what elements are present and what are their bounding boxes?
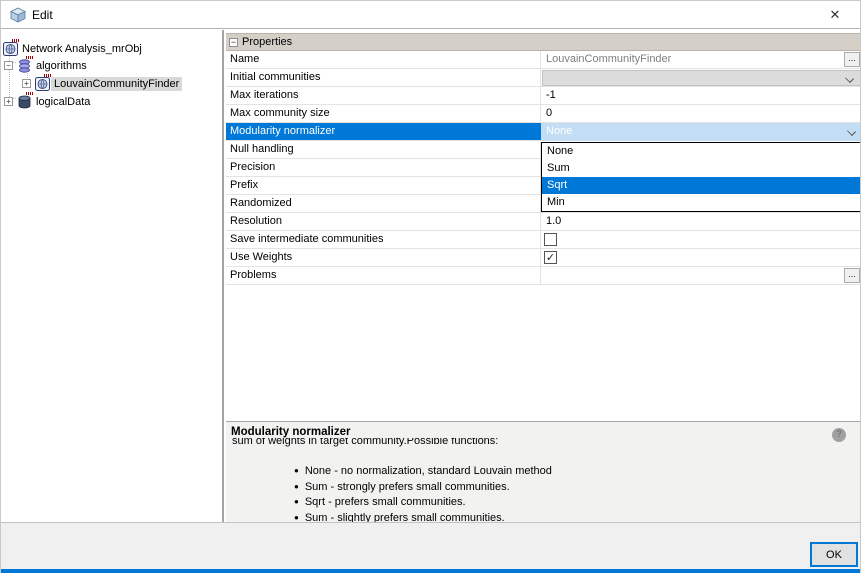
modularity-normalizer-combobox[interactable]: None <box>541 123 861 141</box>
help-title: Modularity normalizer <box>231 426 351 438</box>
help-panel: Modularity normalizer sum of weights in … <box>226 421 861 522</box>
collapse-section-icon[interactable]: − <box>229 38 238 47</box>
combobox-value: None <box>546 125 572 137</box>
cube-icon <box>10 7 26 23</box>
property-label: Prefix <box>226 177 541 194</box>
mr-marker-icon <box>26 92 35 96</box>
tree-item-label: algorithms <box>33 59 90 73</box>
dialog-footer: OK <box>1 522 860 570</box>
expand-expander-icon[interactable]: + <box>4 97 13 106</box>
property-label: Resolution <box>226 213 541 230</box>
property-row-modularity-normalizer[interactable]: Modularity normalizer None <box>226 123 861 141</box>
properties-header-label: Properties <box>242 36 292 48</box>
ok-button[interactable]: OK <box>810 542 858 567</box>
property-label: Save intermediate communities <box>226 231 541 248</box>
property-label: Initial communities <box>226 69 541 86</box>
checkbox-checked[interactable]: ✓ <box>544 251 557 264</box>
database-icon <box>17 95 32 109</box>
property-value[interactable]: 1.0 <box>541 213 861 230</box>
property-row-problems[interactable]: Problems ... <box>226 267 861 285</box>
help-intro-text: sum of weights in target community.Possi… <box>232 438 792 449</box>
dropdown-option-none[interactable]: None <box>542 143 860 160</box>
dropdown-option-min[interactable]: Min <box>542 194 860 211</box>
window-bottom-border <box>1 569 860 573</box>
property-row-use-weights[interactable]: Use Weights ✓ <box>226 249 861 267</box>
property-label: Modularity normalizer <box>226 123 541 140</box>
property-row-resolution[interactable]: Resolution 1.0 <box>226 213 861 231</box>
model-node-icon <box>3 42 18 56</box>
initial-communities-combobox[interactable] <box>542 70 861 86</box>
property-row-max-iterations[interactable]: Max iterations -1 <box>226 87 861 105</box>
tree-item-algorithms[interactable]: − algorithms <box>4 57 90 74</box>
chevron-down-icon <box>845 74 854 83</box>
collapse-expander-icon[interactable]: − <box>4 61 13 70</box>
title-bar: Edit ✕ <box>1 1 860 29</box>
tree-item-label: Network Analysis_mrObj <box>19 42 145 56</box>
expand-expander-icon[interactable]: + <box>22 79 31 88</box>
help-bullet-list: None - no normalization, standard Louvai… <box>294 465 552 522</box>
help-bullet: Sum - slightly prefers small communities… <box>294 512 552 523</box>
properties-grid: − Properties Name LouvainCommunityFinder… <box>226 30 861 422</box>
modularity-normalizer-dropdown-list: None Sum Sqrt Min <box>541 142 861 212</box>
algorithms-stack-icon <box>17 59 32 73</box>
help-bullet: None - no normalization, standard Louvai… <box>294 465 552 477</box>
property-row-max-community-size[interactable]: Max community size 0 <box>226 105 861 123</box>
property-row-save-intermediate-communities[interactable]: Save intermediate communities <box>226 231 861 249</box>
object-tree: Network Analysis_mrObj − algorithms + Lo… <box>1 30 224 522</box>
properties-header[interactable]: − Properties <box>226 33 861 51</box>
property-label: Max iterations <box>226 87 541 104</box>
property-label: Problems <box>226 267 541 284</box>
property-value[interactable]: 0 <box>541 105 861 122</box>
help-bullet: Sum - strongly prefers small communities… <box>294 481 552 493</box>
dropdown-option-sum[interactable]: Sum <box>542 160 860 177</box>
property-value[interactable]: -1 <box>541 87 861 104</box>
ellipsis-button[interactable]: ... <box>844 52 860 67</box>
property-label: Randomized <box>226 195 541 212</box>
property-label: Precision <box>226 159 541 176</box>
mr-marker-icon <box>12 39 21 43</box>
close-icon[interactable]: ✕ <box>826 6 844 24</box>
tree-item-label-selected: LouvainCommunityFinder <box>51 77 182 91</box>
model-node-icon <box>35 77 50 91</box>
tree-item-label: logicalData <box>33 95 93 109</box>
dropdown-option-sqrt[interactable]: Sqrt <box>542 177 860 194</box>
edit-dialog: Edit ✕ Network Analysis_mrObj − algorith… <box>0 0 861 573</box>
property-row-name[interactable]: Name LouvainCommunityFinder ... <box>226 51 861 69</box>
tree-item-louvain-community-finder[interactable]: + LouvainCommunityFinder <box>22 75 182 92</box>
help-question-icon[interactable]: ? <box>832 428 846 442</box>
property-label: Name <box>226 51 541 68</box>
help-bullet: Sqrt - prefers small communities. <box>294 496 552 508</box>
tree-item-logical-data[interactable]: + logicalData <box>4 93 93 110</box>
property-label: Null handling <box>226 141 541 158</box>
property-value[interactable]: LouvainCommunityFinder <box>541 51 861 68</box>
property-row-initial-communities[interactable]: Initial communities <box>226 69 861 87</box>
checkbox-unchecked[interactable] <box>544 233 557 246</box>
tree-item-network-analysis[interactable]: Network Analysis_mrObj <box>3 40 145 57</box>
mr-marker-icon <box>44 74 53 78</box>
ellipsis-button[interactable]: ... <box>844 268 860 283</box>
mr-marker-icon <box>26 56 35 60</box>
property-label: Use Weights <box>226 249 541 266</box>
property-label: Max community size <box>226 105 541 122</box>
window-title: Edit <box>32 8 53 22</box>
chevron-down-icon <box>847 127 856 136</box>
